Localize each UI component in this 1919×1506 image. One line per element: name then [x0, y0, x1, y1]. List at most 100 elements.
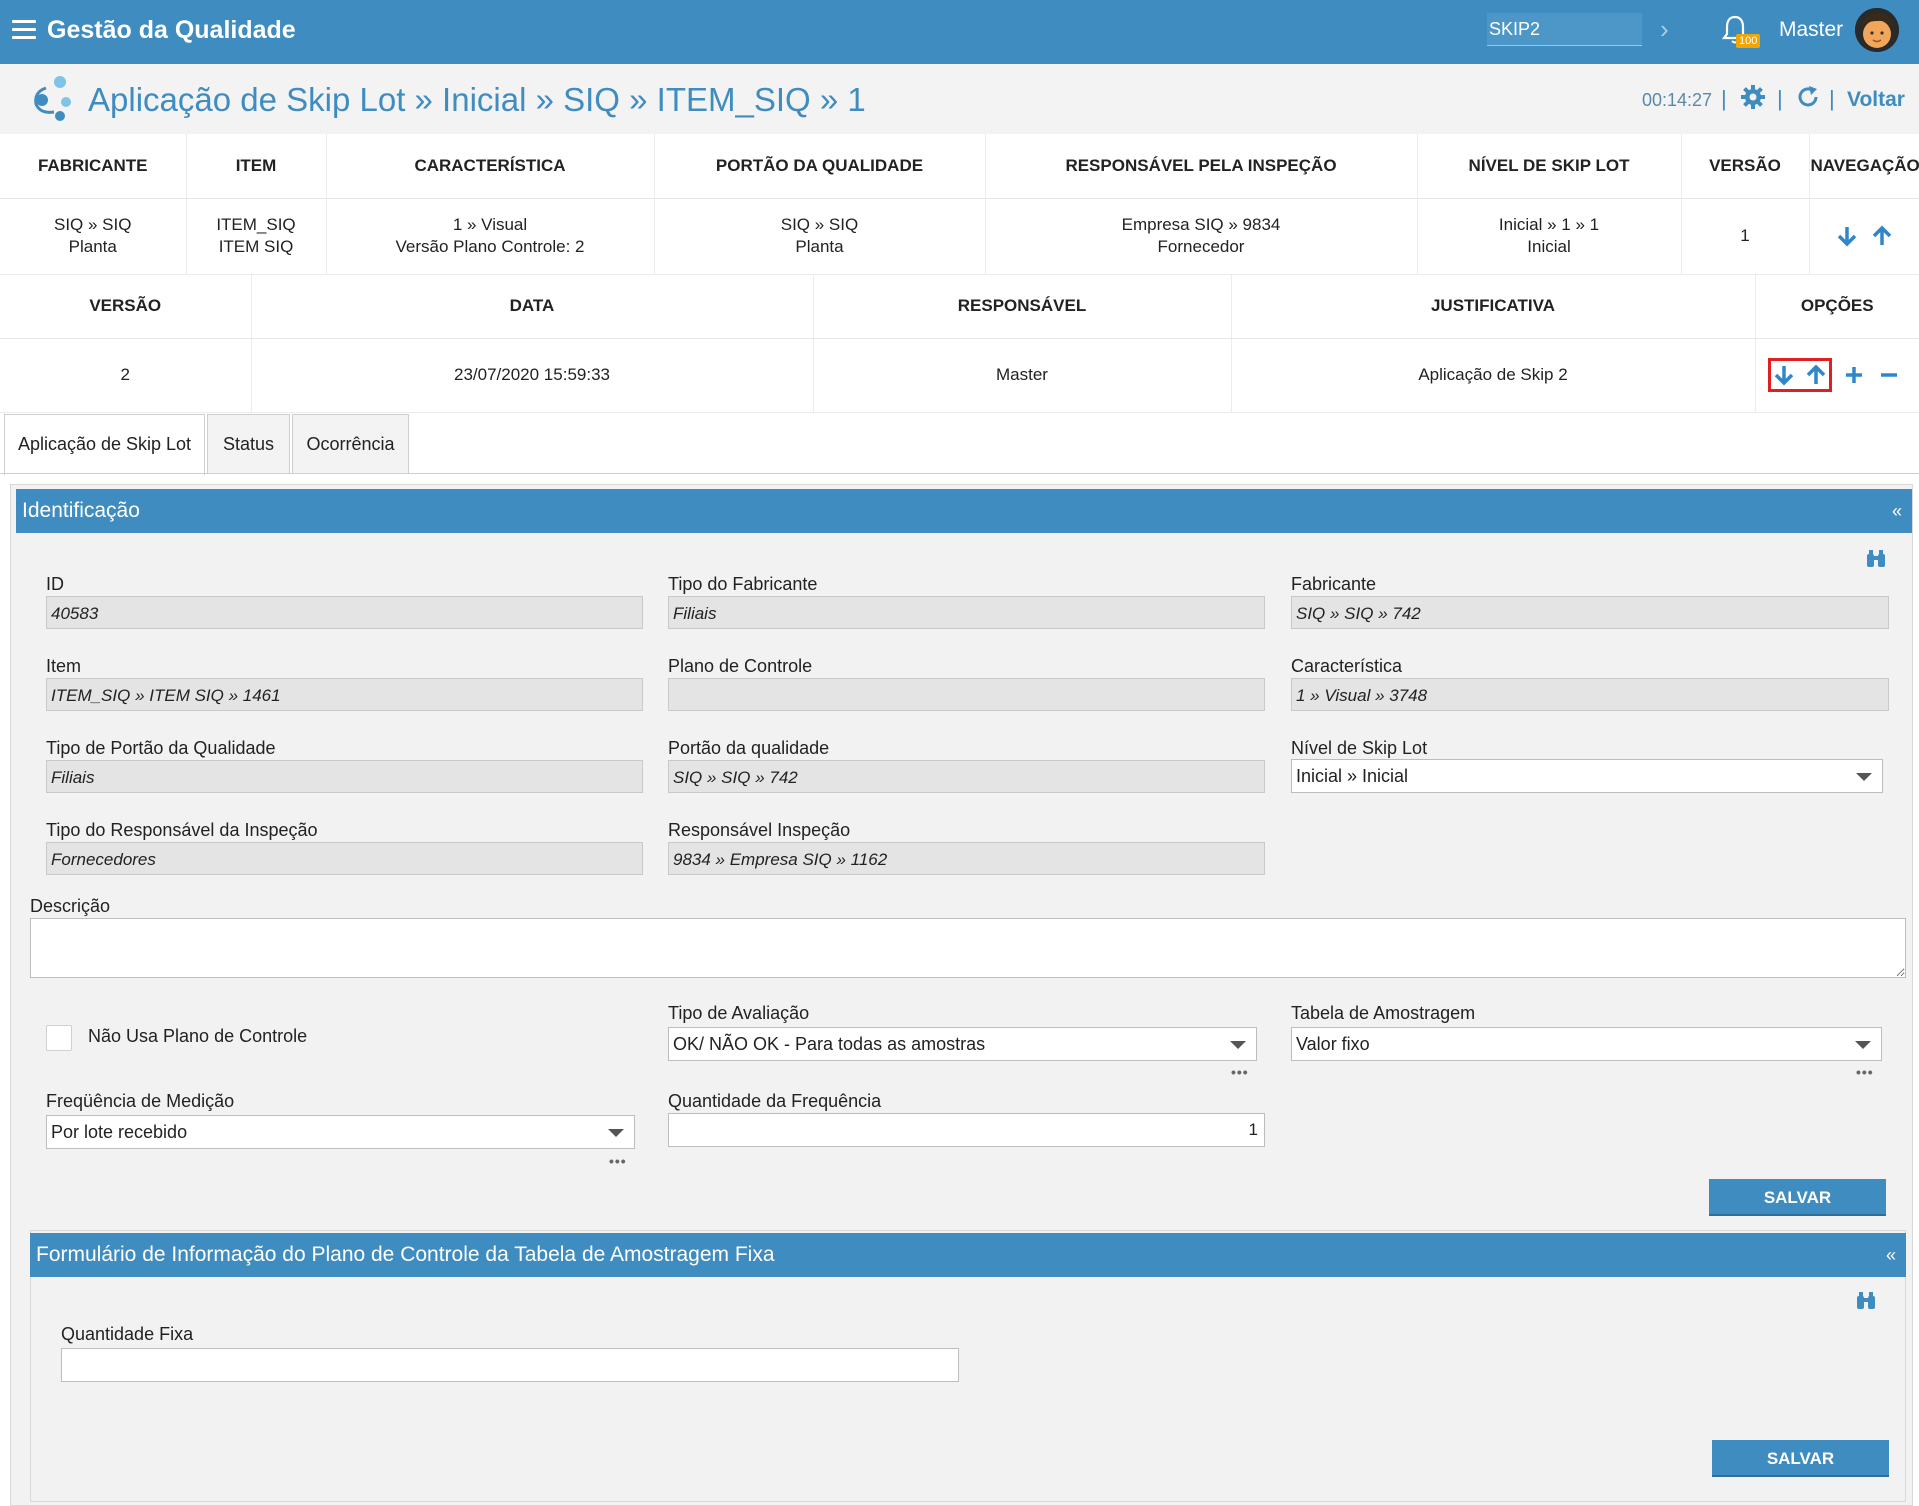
arrow-up-icon[interactable]	[1805, 364, 1827, 386]
responsavel-cell: Empresa SIQ » 9834 Fornecedor	[985, 198, 1418, 275]
arrow-up-icon[interactable]	[1871, 225, 1893, 247]
versao-cell: 2	[0, 338, 252, 413]
fabricante-cell: SIQ » SIQ Planta	[0, 198, 187, 275]
save-button[interactable]: SALVAR	[1712, 1440, 1889, 1477]
column-header: JUSTIFICATIVA	[1231, 274, 1756, 339]
avatar[interactable]	[1855, 8, 1899, 52]
gear-icon[interactable]	[1741, 85, 1765, 109]
minus-icon[interactable]	[1878, 364, 1900, 386]
plano-controle-label: Plano de Controle	[668, 656, 813, 676]
column-header: DATA	[251, 274, 814, 339]
formulario-header[interactable]: Formulário de Informação do Plano de Con…	[30, 1233, 1906, 1277]
frequencia-select[interactable]: Por lote recebido	[46, 1115, 635, 1149]
tipo-avaliacao-select[interactable]: OK/ NÃO OK - Para todas as amostras	[668, 1027, 1257, 1061]
more-options-icon[interactable]: •••	[1856, 1064, 1874, 1080]
user-name[interactable]: Master	[1779, 18, 1843, 42]
chevron-right-icon[interactable]: ›	[1660, 14, 1669, 45]
session-timer: 00:14:27	[1642, 90, 1713, 110]
portao-label: Portão da qualidade	[668, 738, 830, 758]
column-header: OPÇÕES	[1755, 274, 1919, 339]
responsavel-inspecao-field: 9834 » Empresa SIQ » 1162	[668, 842, 1265, 875]
section-title: Formulário de Informação do Plano de Con…	[36, 1243, 775, 1266]
collapse-icon[interactable]: «	[1892, 489, 1902, 533]
column-header: FABRICANTE	[0, 134, 187, 199]
caracteristica-cell: 1 » Visual Versão Plano Controle: 2	[326, 198, 655, 275]
column-header: VERSÃO	[1681, 134, 1810, 199]
collapse-icon[interactable]: «	[1886, 1233, 1896, 1277]
identificacao-header[interactable]: Identificação «	[16, 489, 1912, 533]
responsavel-cell: Master	[813, 338, 1232, 413]
nivel-skip-lot-label: Nível de Skip Lot	[1291, 738, 1428, 758]
highlight-box	[1767, 358, 1833, 392]
select-value: OK/ NÃO OK - Para todas as amostras	[673, 1034, 986, 1054]
tabela-amostragem-label: Tabela de Amostragem	[1291, 1003, 1476, 1023]
tipo-responsavel-label: Tipo do Responsável da Inspeção	[46, 820, 318, 840]
app-title: Gestão da Qualidade	[47, 16, 296, 44]
table-header-row: VERSÃO DATA RESPONSÁVEL JUSTIFICATIVA OP…	[0, 274, 1919, 339]
select-value: Valor fixo	[1296, 1034, 1370, 1054]
arrow-down-icon[interactable]	[1836, 225, 1858, 247]
item-label: Item	[46, 656, 82, 676]
column-header: NÍVEL DE SKIP LOT	[1417, 134, 1682, 199]
frequencia-label: Freqüência de Medição	[46, 1091, 235, 1111]
nao-usa-plano-label: Não Usa Plano de Controle	[88, 1026, 308, 1046]
portao-field: SIQ » SIQ » 742	[668, 760, 1265, 793]
hamburger-menu-icon[interactable]	[12, 20, 36, 40]
tipo-avaliacao-label: Tipo de Avaliação	[668, 1003, 810, 1023]
descricao-textarea[interactable]	[30, 918, 1906, 978]
search-field[interactable]	[1487, 13, 1642, 46]
table-header-row: FABRICANTE ITEM CARACTERÍSTICA PORTÃO DA…	[0, 134, 1919, 199]
navegacao-cell	[1809, 198, 1919, 275]
binoculars-icon[interactable]	[1855, 1291, 1877, 1311]
refresh-icon[interactable]	[1796, 85, 1820, 109]
select-value: Por lote recebido	[51, 1122, 188, 1142]
tab-divider	[0, 473, 1919, 474]
id-label: ID	[46, 574, 64, 594]
select-value: Inicial » Inicial	[1296, 766, 1409, 786]
more-options-icon[interactable]: •••	[1231, 1064, 1249, 1080]
column-header: ITEM	[186, 134, 327, 199]
qtd-fixa-input[interactable]	[61, 1348, 959, 1382]
table-row: SIQ » SIQ Planta ITEM_SIQ ITEM SIQ 1 » Vis…	[0, 198, 1919, 275]
qtd-fixa-label: Quantidade Fixa	[61, 1324, 194, 1344]
arrow-down-icon[interactable]	[1773, 364, 1795, 386]
separator: |	[1829, 86, 1835, 111]
top-bar: Gestão da Qualidade › 100 Master	[0, 0, 1919, 64]
separator: |	[1721, 86, 1727, 111]
tipo-portao-label: Tipo de Portão da Qualidade	[46, 738, 276, 758]
nao-usa-plano-checkbox[interactable]	[46, 1025, 72, 1051]
back-link[interactable]: Voltar	[1847, 88, 1905, 112]
more-options-icon[interactable]: •••	[609, 1153, 627, 1169]
responsavel-inspecao-label: Responsável Inspeção	[668, 820, 851, 840]
plus-icon[interactable]	[1843, 364, 1865, 386]
tab-status[interactable]: Status	[207, 414, 290, 473]
tab-aplicacao-skip-lot[interactable]: Aplicação de Skip Lot	[4, 414, 205, 475]
item-cell: ITEM_SIQ ITEM SIQ	[186, 198, 327, 275]
column-header: RESPONSÁVEL	[813, 274, 1232, 339]
nivel-skip-lot-select[interactable]: Inicial » Inicial	[1291, 759, 1883, 793]
column-header: VERSÃO	[0, 274, 252, 339]
separator: |	[1777, 86, 1783, 111]
binoculars-icon[interactable]	[1865, 549, 1887, 569]
search-input[interactable]	[1487, 18, 1641, 41]
descricao-label: Descrição	[30, 896, 111, 916]
caracteristica-label: Característica	[1291, 656, 1403, 676]
chevron-down-icon	[1855, 1041, 1871, 1049]
opcoes-cell	[1755, 338, 1919, 413]
tabela-amostragem-select[interactable]: Valor fixo	[1291, 1027, 1882, 1061]
table-row: 2 23/07/2020 15:59:33 Master Aplicação d…	[0, 338, 1919, 413]
fabricante-field: SIQ » SIQ » 742	[1291, 596, 1889, 629]
chevron-down-icon	[1230, 1041, 1246, 1049]
qtd-frequencia-input[interactable]: 1	[668, 1113, 1265, 1147]
column-header: RESPONSÁVEL PELA INSPEÇÃO	[985, 134, 1418, 199]
fabricante-label: Fabricante	[1291, 574, 1377, 594]
portao-cell: SIQ » SIQ Planta	[654, 198, 986, 275]
nivel-cell: Inicial » 1 » 1 Inicial	[1417, 198, 1682, 275]
id-field: 40583	[46, 596, 643, 629]
app-logo-icon	[34, 76, 71, 121]
version-table: VERSÃO DATA RESPONSÁVEL JUSTIFICATIVA OP…	[0, 274, 1919, 413]
save-button[interactable]: SALVAR	[1709, 1179, 1886, 1216]
tab-ocorrencia[interactable]: Ocorrência	[292, 414, 409, 473]
notification-badge: 100	[1736, 34, 1761, 48]
tipo-fabricante-field: Filiais	[668, 596, 1265, 629]
